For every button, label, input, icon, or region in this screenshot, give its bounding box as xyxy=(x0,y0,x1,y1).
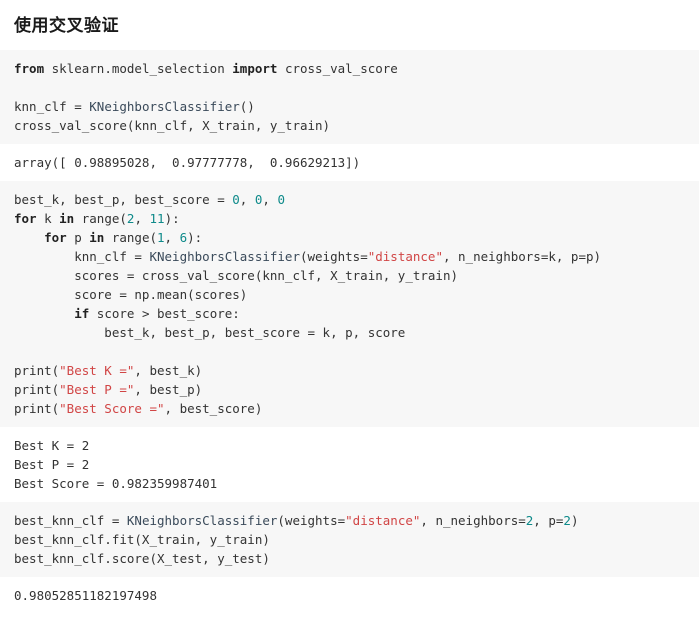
print-p-tail: , best_p) xyxy=(134,382,203,397)
imported-name: cross_val_score xyxy=(277,61,398,76)
code-line-if: if score > best_score: xyxy=(0,304,699,323)
final-p-label: , p= xyxy=(533,513,564,528)
assign-best-values: best_k, best_p, best_score = k, p, score xyxy=(14,325,406,340)
string-best-score: "Best Score =" xyxy=(59,401,165,416)
output-block-final-score: 0.98052851182197498 xyxy=(0,577,699,614)
code-line-print-score: print("Best Score =", best_score) xyxy=(0,399,699,418)
keyword-import: import xyxy=(232,61,278,76)
weights-arg-open: (weights= xyxy=(299,249,368,264)
code-line-fit: best_knn_clf.fit(X_train, y_train) xyxy=(0,530,699,549)
loop-var-k: k xyxy=(36,211,60,226)
class-knn-final: KNeighborsClassifier xyxy=(126,513,278,528)
output-block-array: array([ 0.98895028, 0.97777778, 0.966292… xyxy=(0,144,699,181)
output-block-best-params: Best K = 2 Best P = 2 Best Score = 0.982… xyxy=(0,427,699,502)
final-mid-args: , n_neighbors= xyxy=(420,513,526,528)
code-line-score-mean: score = np.mean(scores) xyxy=(0,285,699,304)
number-zero-3: 0 xyxy=(277,192,285,207)
code-line-score: best_knn_clf.score(X_test, y_test) xyxy=(0,549,699,568)
code-line-init-vars: best_k, best_p, best_score = 0, 0, 0 xyxy=(0,190,699,209)
score-call: best_knn_clf.score(X_test, y_test) xyxy=(14,551,270,566)
code-line-best-knn: best_knn_clf = KNeighborsClassifier(weig… xyxy=(0,511,699,530)
output-line-final-score: 0.98052851182197498 xyxy=(14,588,157,603)
final-close-paren: ) xyxy=(570,513,579,528)
string-best-k: "Best K =" xyxy=(59,363,135,378)
output-line-array: array([ 0.98895028, 0.97777778, 0.966292… xyxy=(14,155,361,170)
keyword-if: if xyxy=(74,306,90,321)
code-line-cross-val: cross_val_score(knn_clf, X_train, y_trai… xyxy=(0,116,699,135)
notebook-page: 使用交叉验证 from sklearn.model_selection impo… xyxy=(0,0,699,622)
knn-assignment: knn_clf = xyxy=(14,99,90,114)
cross-val-call: cross_val_score(knn_clf, X_train, y_trai… xyxy=(14,118,331,133)
code-line-print-k: print("Best K =", best_k) xyxy=(0,361,699,380)
output-line-best-p: Best P = 2 xyxy=(14,457,90,472)
page-title: 使用交叉验证 xyxy=(14,16,119,35)
fit-call: best_knn_clf.fit(X_train, y_train) xyxy=(14,532,270,547)
code-line-assign-best: best_k, best_p, best_score = k, p, score xyxy=(0,323,699,342)
range-k-end: 11 xyxy=(149,211,165,226)
print-open-p: print( xyxy=(14,382,60,397)
best-knn-assignment: best_knn_clf = xyxy=(14,513,127,528)
range-p-start: 1 xyxy=(157,230,165,245)
code-line-scores: scores = cross_val_score(knn_clf, X_trai… xyxy=(0,266,699,285)
string-best-p: "Best P =" xyxy=(59,382,135,397)
output-line-best-score: Best Score = 0.982359987401 xyxy=(14,476,218,491)
range-p-comma: , xyxy=(164,230,180,245)
number-zero-1: 0 xyxy=(232,192,240,207)
code-line-print-p: print("Best P =", best_p) xyxy=(0,380,699,399)
range-k-close: ): xyxy=(164,211,180,226)
range-open-k: range( xyxy=(74,211,127,226)
score-mean-assignment: score = np.mean(scores) xyxy=(14,287,248,302)
knn-loop-args-tail: , n_neighbors=k, p=p) xyxy=(442,249,602,264)
keyword-in-k: in xyxy=(59,211,75,226)
code-block-grid-search[interactable]: best_k, best_p, best_score = 0, 0, 0 for… xyxy=(0,181,699,427)
string-distance-loop: "distance" xyxy=(367,249,443,264)
code-line-blank-2 xyxy=(0,342,699,361)
code-line-import: from sklearn.model_selection import cros… xyxy=(0,59,699,78)
print-open-score: print( xyxy=(14,401,60,416)
knn-loop-assignment: knn_clf = xyxy=(14,249,150,264)
comma-2: , xyxy=(262,192,278,207)
scores-assignment: scores = cross_val_score(knn_clf, X_trai… xyxy=(14,268,459,283)
indent-for-p xyxy=(14,230,44,245)
code-line-knn-in-loop: knn_clf = KNeighborsClassifier(weights="… xyxy=(0,247,699,266)
comma-1: , xyxy=(239,192,255,207)
init-vars-assignment: best_k, best_p, best_score = xyxy=(14,192,233,207)
knn-args: () xyxy=(239,99,255,114)
loop-var-p: p xyxy=(66,230,90,245)
range-p-close: ): xyxy=(187,230,203,245)
range-open-p: range( xyxy=(104,230,158,245)
string-distance-final: "distance" xyxy=(345,513,421,528)
print-score-tail: , best_score) xyxy=(164,401,263,416)
output-line-best-k: Best K = 2 xyxy=(14,438,90,453)
code-block-import[interactable]: from sklearn.model_selection import cros… xyxy=(0,50,699,144)
keyword-for-p: for xyxy=(44,230,67,245)
code-block-final-model[interactable]: best_knn_clf = KNeighborsClassifier(weig… xyxy=(0,502,699,577)
code-line-for-p: for p in range(1, 6): xyxy=(0,228,699,247)
if-condition: score > best_score: xyxy=(89,306,240,321)
keyword-from: from xyxy=(14,61,45,76)
module-path: sklearn.model_selection xyxy=(44,61,233,76)
print-open-k: print( xyxy=(14,363,60,378)
spacer-above-code-1 xyxy=(0,38,699,50)
class-knn-loop: KNeighborsClassifier xyxy=(149,249,300,264)
class-knn: KNeighborsClassifier xyxy=(89,99,240,114)
keyword-in-p: in xyxy=(89,230,105,245)
range-k-comma: , xyxy=(134,211,150,226)
indent-if xyxy=(14,306,74,321)
code-line-knn-init: knn_clf = KNeighborsClassifier() xyxy=(0,97,699,116)
number-p-value: 2 xyxy=(563,513,571,528)
code-line-for-k: for k in range(2, 11): xyxy=(0,209,699,228)
range-p-end: 6 xyxy=(179,230,188,245)
final-weights-open: (weights= xyxy=(277,513,346,528)
print-k-tail: , best_k) xyxy=(134,363,203,378)
keyword-for-k: for xyxy=(14,211,37,226)
code-line-blank-1 xyxy=(0,78,699,97)
